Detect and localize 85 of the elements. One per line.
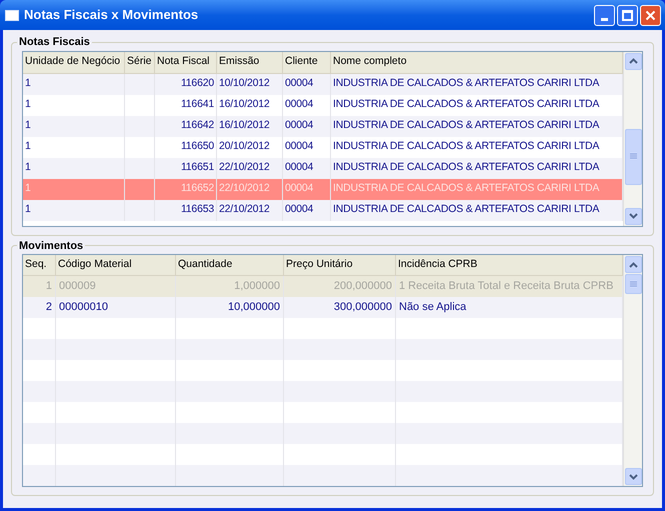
table-cell-text: 000009 xyxy=(59,279,96,294)
table-cell-text: 22/10/2012 xyxy=(219,181,270,196)
table-cell-text: 00004 xyxy=(285,139,314,154)
table-cell-text: INDUSTRIA DE CALCADOS & ARTEFATOS CARIRI LTDA xyxy=(333,139,600,154)
table-cell-text: 1 xyxy=(25,181,31,196)
table-row[interactable]: 1 116641 16/10/2012 00004 INDUSTRIA DE CALCADOS & ARTEFATOS CARIRI LTDA xyxy=(23,94,623,116)
chevron-up-icon xyxy=(628,58,638,64)
table-row[interactable]: 2 00000010 10,000000 300,000000 Não se Aplica xyxy=(23,297,623,318)
scroll-up-button[interactable] xyxy=(624,52,642,70)
table-cell-text: 116651 xyxy=(180,160,214,176)
table-cell-text: 1 xyxy=(25,202,31,218)
table-cell-text: 00004 xyxy=(285,97,314,112)
table-cell-text: 16/10/2012 xyxy=(219,97,270,112)
table-cell-text: 1,000000 xyxy=(234,279,280,294)
window-icon xyxy=(5,10,19,20)
table-cell-text: 20/10/2012 xyxy=(219,139,270,154)
maximize-button[interactable] xyxy=(617,4,638,26)
table-cell-text: INDUSTRIA DE CALCADOS & ARTEFATOS CARIRI LTDA xyxy=(333,97,600,112)
window-title: Notas Fiscais x Movimentos xyxy=(24,6,198,24)
column-header[interactable]: Código Material xyxy=(56,255,176,275)
grip-icon xyxy=(630,153,637,160)
table-cell-text: 00004 xyxy=(285,160,314,176)
table-cell-text: 22/10/2012 xyxy=(219,202,270,218)
table-cell-text: Não se Aplica xyxy=(399,300,466,316)
table-cell-text: 00004 xyxy=(285,118,314,134)
table-cell-text: 1 xyxy=(25,76,31,92)
table-cell-text: 00004 xyxy=(285,181,314,196)
table-cell-text: INDUSTRIA DE CALCADOS & ARTEFATOS CARIRI LTDA xyxy=(333,181,600,196)
column-header[interactable]: Cliente xyxy=(283,52,331,72)
scrollbar[interactable] xyxy=(623,52,642,226)
close-button[interactable] xyxy=(640,4,661,26)
minimize-button[interactable] xyxy=(594,4,615,26)
table-cell-text: 00004 xyxy=(285,202,314,218)
scroll-down-button[interactable] xyxy=(624,468,642,485)
column-header[interactable]: Seq. xyxy=(23,255,56,275)
chevron-down-icon xyxy=(628,474,638,480)
table-row[interactable]: 1 116651 22/10/2012 00004 INDUSTRIA DE CALCADOS & ARTEFATOS CARIRI LTDA xyxy=(23,158,623,178)
column-header[interactable]: Emissão xyxy=(217,52,283,72)
table-cell-text: 116620 xyxy=(180,76,214,92)
table-cell-text: INDUSTRIA DE CALCADOS & ARTEFATOS CARIRI LTDA xyxy=(333,160,600,176)
scroll-thumb[interactable] xyxy=(625,274,642,294)
table-cell-text: 116642 xyxy=(180,118,214,134)
column-header[interactable]: Série xyxy=(125,52,155,72)
table-cell-text: 10,000000 xyxy=(228,300,280,316)
table-row[interactable]: 1 116620 10/10/2012 00004 INDUSTRIA DE CALCADOS & ARTEFATOS CARIRI LTDA xyxy=(23,74,623,94)
chevron-up-icon xyxy=(628,262,638,268)
table-cell-text: 22/10/2012 xyxy=(219,160,270,176)
table-row[interactable]: 1 116642 16/10/2012 00004 INDUSTRIA DE CALCADOS & ARTEFATOS CARIRI LTDA xyxy=(23,116,623,136)
scroll-up-button[interactable] xyxy=(624,256,642,273)
table-cell-text: 1 xyxy=(25,139,31,154)
column-header[interactable]: Nota Fiscal xyxy=(155,52,217,72)
table-cell-text: 1 xyxy=(25,118,31,134)
chevron-down-icon xyxy=(628,213,638,219)
table-cell-text: 1 Receita Bruta Total e Receita Bruta CPRB xyxy=(399,279,614,294)
table-cell-text: 116641 xyxy=(180,97,214,112)
minimize-icon xyxy=(601,18,608,20)
table-cell-text: 00004 xyxy=(285,76,314,92)
table-cell-text: 116652 xyxy=(180,181,214,196)
table-cell-text: 1 xyxy=(25,97,31,112)
column-header[interactable]: Preço Unitário xyxy=(284,255,396,275)
table-cell-text: 10/10/2012 xyxy=(219,76,270,92)
close-icon xyxy=(645,10,656,20)
table-cell-text: INDUSTRIA DE CALCADOS & ARTEFATOS CARIRI LTDA xyxy=(333,118,600,134)
scrollbar[interactable] xyxy=(623,255,642,486)
table-row[interactable]: 1 116650 20/10/2012 00004 INDUSTRIA DE CALCADOS & ARTEFATOS CARIRI LTDA xyxy=(23,136,623,158)
group-title: Movimentos xyxy=(18,238,84,254)
table-cell-text: INDUSTRIA DE CALCADOS & ARTEFATOS CARIRI LTDA xyxy=(333,76,600,92)
table-cell-text: 200,000000 xyxy=(334,279,392,294)
table-cell-text: INDUSTRIA DE CALCADOS & ARTEFATOS CARIRI LTDA xyxy=(333,202,600,218)
table-cell-text: 1 xyxy=(46,279,52,294)
table-cell-text: 116653 xyxy=(180,202,214,218)
scroll-thumb[interactable] xyxy=(625,128,642,184)
table-cell-text: 1 xyxy=(25,160,31,176)
maximize-icon xyxy=(622,10,633,20)
column-header[interactable]: Quantidade xyxy=(176,255,284,275)
grip-icon xyxy=(630,280,637,288)
table-cell-text: 16/10/2012 xyxy=(219,118,270,134)
table-cell-text: 2 xyxy=(46,300,52,316)
table-cell-text: 116650 xyxy=(180,139,214,154)
table-cell-text: 00000010 xyxy=(59,300,108,316)
table-row[interactable]: 1 116653 22/10/2012 00004 INDUSTRIA DE CALCADOS & ARTEFATOS CARIRI LTDA xyxy=(23,200,623,220)
scroll-down-button[interactable] xyxy=(624,208,642,224)
table-cell-text: 300,000000 xyxy=(334,300,392,316)
group-title: Notas Fiscais xyxy=(18,35,91,50)
column-header[interactable]: Unidade de Negócio xyxy=(23,52,125,72)
